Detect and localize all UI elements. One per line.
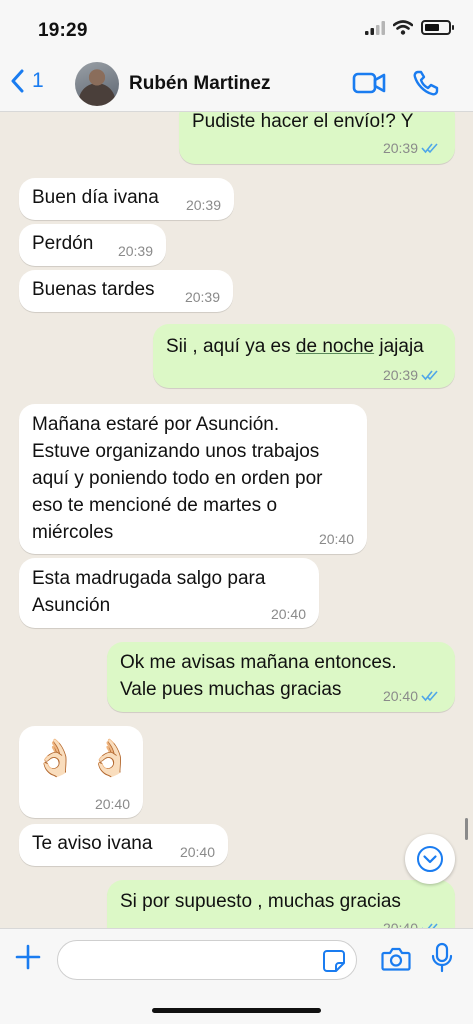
wifi-icon xyxy=(393,20,413,35)
message-text: Buenas tardes xyxy=(32,279,155,300)
back-button[interactable]: 1 xyxy=(10,69,44,93)
message-text: Ok me avisas mañana entonces. Vale pues … xyxy=(120,649,397,703)
message-line: Estuve organizando unos trabajos xyxy=(32,441,320,462)
chat-header: 1 Rubén Martinez xyxy=(0,56,473,112)
read-ticks-icon xyxy=(421,370,438,381)
message-time: 20:39 xyxy=(117,243,153,259)
video-call-icon[interactable] xyxy=(352,69,386,97)
message-time: 20:39 xyxy=(184,289,220,305)
scroll-down-icon xyxy=(417,846,443,872)
message-text: Mañana estaré por Asunción. Estuve organ… xyxy=(32,411,323,546)
message-text: Perdón xyxy=(32,233,94,254)
scrollbar[interactable] xyxy=(465,818,468,840)
message-time: 20:40 xyxy=(94,796,130,812)
sticker-icon[interactable] xyxy=(322,949,346,973)
message-bubble[interactable]: Te aviso ivana 20:40 xyxy=(19,824,228,866)
plus-icon[interactable] xyxy=(14,943,42,971)
contact-name[interactable]: Rubén Martinez xyxy=(129,73,270,95)
message-text: Pudiste hacer el envío!? Y xyxy=(192,112,414,132)
read-ticks-icon xyxy=(421,691,438,702)
status-icons xyxy=(365,20,454,35)
emoji-message: 👌🏻 👌🏻 xyxy=(33,737,133,778)
message-bubble[interactable]: Buenas tardes 20:39 xyxy=(19,270,233,312)
message-bubble[interactable]: Si por supuesto , muchas gracias 20:40 xyxy=(107,880,455,928)
message-time: 20:40 xyxy=(318,531,354,547)
home-indicator[interactable] xyxy=(152,1008,321,1013)
message-bubble[interactable]: Sii , aquí ya es de noche jajaja 20:39 xyxy=(153,324,455,388)
message-time: 20:39 xyxy=(382,367,418,383)
microphone-icon[interactable] xyxy=(430,942,454,974)
message-text: Sii , aquí ya es de noche jajaja xyxy=(166,333,424,360)
battery-icon xyxy=(421,20,454,35)
message-line: Esta madrugada salgo para xyxy=(32,568,266,589)
avatar[interactable] xyxy=(75,62,119,106)
message-time: 20:39 xyxy=(382,140,418,156)
message-bubble[interactable]: Pudiste hacer el envío!? Y 20:39 xyxy=(179,112,455,164)
signal-icon xyxy=(365,20,385,35)
message-time: 20:40 xyxy=(179,844,215,860)
message-input[interactable] xyxy=(57,940,357,980)
message-bubble[interactable]: Ok me avisas mañana entonces. Vale pues … xyxy=(107,642,455,712)
message-text-part: jajaja xyxy=(374,336,424,357)
read-ticks-icon xyxy=(421,143,438,154)
message-time: 20:40 xyxy=(382,688,418,704)
phone-icon[interactable] xyxy=(412,69,440,97)
message-text: Esta madrugada salgo para Asunción xyxy=(32,565,265,619)
message-line: miércoles xyxy=(32,522,114,543)
status-bar: 19:29 xyxy=(0,0,473,56)
chat-area[interactable]: Pudiste hacer el envío!? Y 20:39 Buen dí… xyxy=(0,112,473,928)
message-time: 20:40 xyxy=(382,920,418,928)
message-bubble[interactable]: Esta madrugada salgo para Asunción 20:40 xyxy=(19,558,319,628)
message-line: Ok me avisas mañana entonces. xyxy=(120,652,397,673)
message-line: aquí y poniendo todo en orden por xyxy=(32,468,323,489)
back-chevron-icon xyxy=(11,69,24,93)
camera-icon[interactable] xyxy=(381,946,411,972)
scroll-to-bottom-button[interactable] xyxy=(405,834,455,884)
message-line: eso te mencioné de martes o xyxy=(32,495,278,516)
message-line: Mañana estaré por Asunción. xyxy=(32,414,280,435)
message-bubble[interactable]: Mañana estaré por Asunción. Estuve organ… xyxy=(19,404,367,554)
message-line: Asunción xyxy=(32,595,111,616)
status-time: 19:29 xyxy=(38,20,88,41)
message-text: Si por supuesto , muchas gracias xyxy=(120,891,401,912)
detected-link[interactable]: de noche xyxy=(296,336,374,357)
message-bubble[interactable]: 👌🏻 👌🏻 20:40 xyxy=(19,726,143,818)
message-bubble[interactable]: Buen día ivana 20:39 xyxy=(19,178,234,220)
message-time: 20:39 xyxy=(185,197,221,213)
message-text-part: Sii , aquí ya es xyxy=(166,336,296,357)
message-bubble[interactable]: Perdón 20:39 xyxy=(19,224,166,266)
unread-count: 1 xyxy=(32,69,44,92)
message-time: 20:40 xyxy=(270,606,306,622)
message-line: Vale pues muchas gracias xyxy=(120,679,342,700)
message-text: Te aviso ivana xyxy=(32,833,153,854)
message-text: Buen día ivana xyxy=(32,187,159,208)
